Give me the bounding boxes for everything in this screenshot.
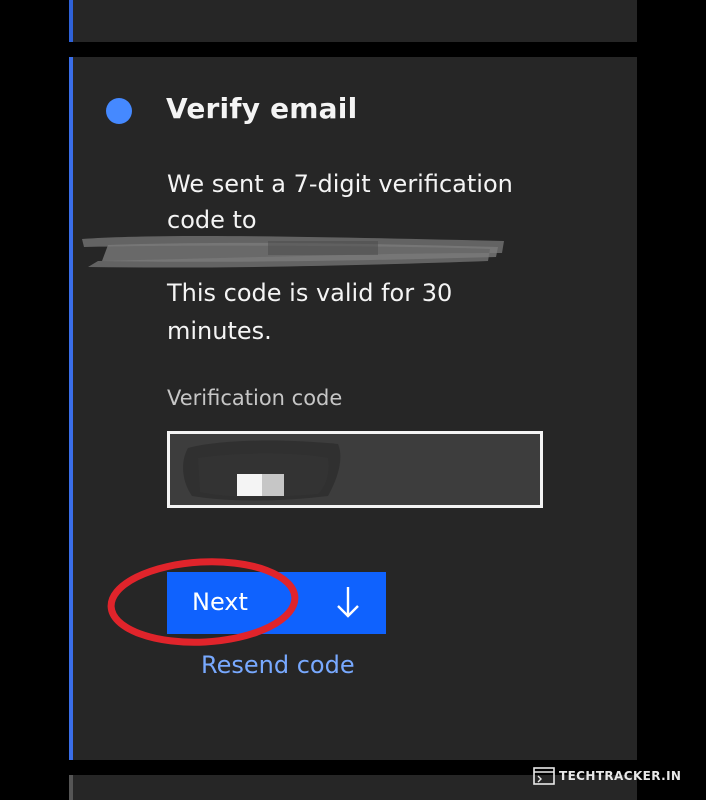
resend-code-link[interactable]: Resend code: [201, 651, 355, 679]
verification-code-field: [167, 431, 543, 508]
watermark-text: TECHTRACKER.IN: [559, 769, 682, 783]
verification-code-input[interactable]: [170, 434, 540, 505]
step-status-indicator: [106, 98, 132, 124]
verification-code-label: Verification code: [167, 386, 343, 410]
code-digit-block: [237, 474, 263, 496]
code-digit-block: [262, 474, 284, 496]
watermark: TECHTRACKER.IN: [533, 765, 681, 787]
arrow-down-icon: [337, 587, 359, 618]
code-validity-text: This code is valid for 30 minutes.: [167, 279, 453, 345]
browser-window-icon: [533, 767, 555, 785]
next-button[interactable]: Next: [167, 572, 386, 634]
step-title: Verify email: [166, 92, 358, 125]
step-description: We sent a 7-digit verification code to: [167, 170, 513, 234]
previous-step-card: [69, 0, 637, 42]
next-button-label: Next: [192, 588, 248, 616]
redacted-email-scribble: [82, 235, 504, 268]
